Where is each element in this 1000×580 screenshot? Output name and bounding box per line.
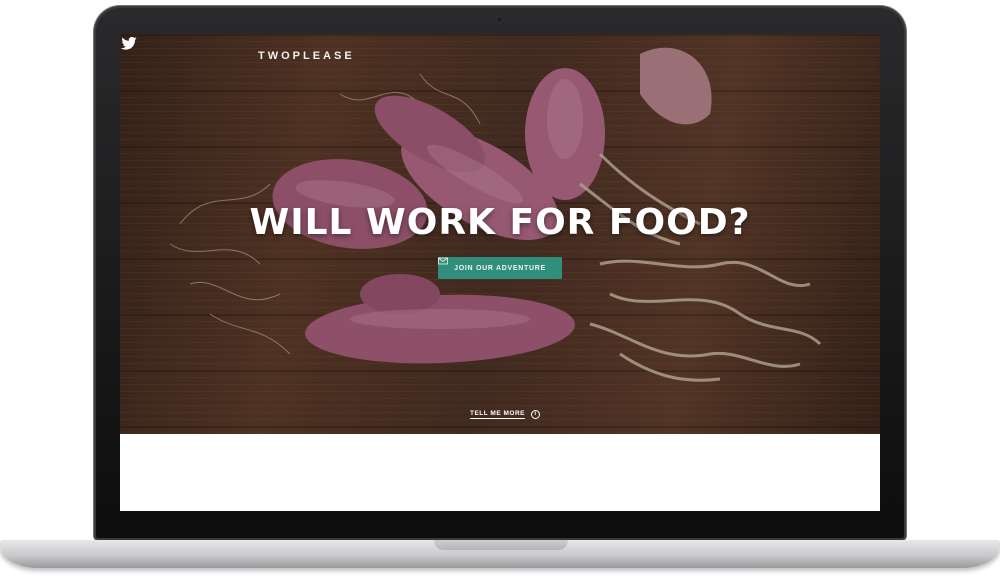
- hero-section: TWOPLEASE WILL WORK FOR FOOD? JOIN OUR A…: [120, 34, 880, 434]
- mail-icon: [438, 257, 448, 265]
- info-icon: i: [531, 410, 540, 419]
- camera: [496, 16, 503, 23]
- hero-headline: WILL WORK FOR FOOD?: [249, 202, 751, 243]
- laptop-notch: [434, 540, 568, 550]
- brand-logo[interactable]: TWOPLEASE: [258, 50, 355, 62]
- join-adventure-button[interactable]: JOIN OUR ADVENTURE: [438, 257, 562, 279]
- tell-me-more-link[interactable]: TELL ME MORE i: [470, 410, 540, 419]
- tell-me-more-label: TELL ME MORE: [470, 410, 525, 419]
- laptop-mockup: TWOPLEASE WILL WORK FOR FOOD? JOIN OUR A…: [0, 0, 1000, 580]
- cta-label: JOIN OUR ADVENTURE: [454, 264, 546, 272]
- screen: TWOPLEASE WILL WORK FOR FOOD? JOIN OUR A…: [120, 34, 880, 511]
- twitter-icon[interactable]: [120, 34, 138, 52]
